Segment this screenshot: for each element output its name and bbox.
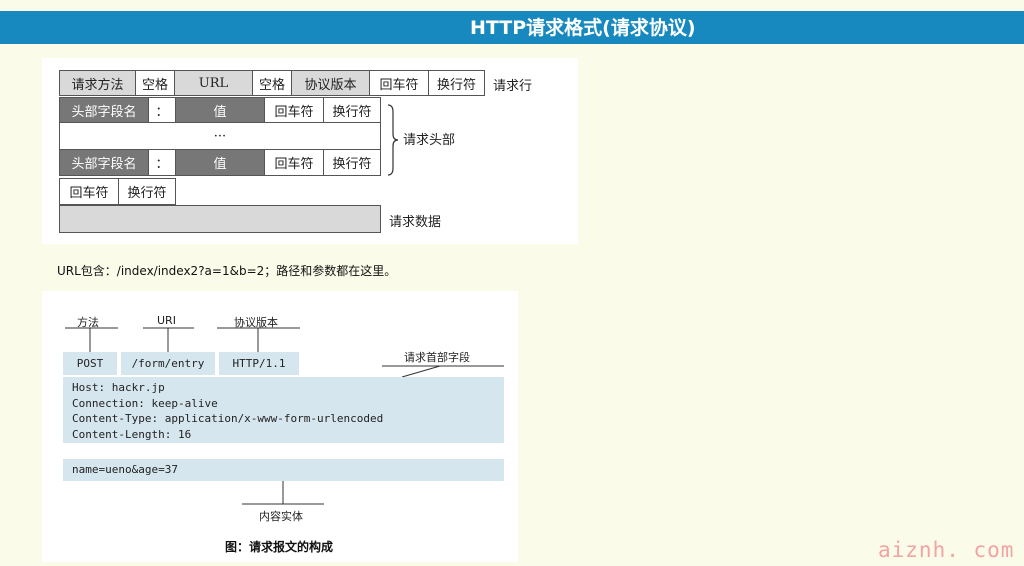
headers-box: Host: hackr.jp Connection: keep-alive Co… — [63, 377, 504, 443]
version-label: 协议版本 — [234, 316, 278, 329]
header-line: Connection: keep-alive — [72, 396, 218, 410]
cell-version: 协议版本 — [291, 70, 370, 96]
brace-icon — [387, 104, 399, 176]
cell-cr: 回车符 — [264, 149, 324, 176]
cell-header-name: 头部字段名 — [59, 97, 149, 123]
cell-method: 请求方法 — [59, 70, 136, 96]
cell-lf: 换行符 — [323, 97, 381, 123]
cell-lf: 换行符 — [428, 70, 485, 96]
cell-space-2: 空格 — [252, 70, 292, 96]
header-line: Content-Length: 16 — [72, 427, 192, 441]
cell-colon: ： — [148, 149, 176, 176]
cell-lf: 换行符 — [323, 149, 381, 176]
header-fields-label: 请求首部字段 — [404, 351, 470, 364]
watermark: aiznh. com — [878, 538, 1015, 562]
version-box: HTTP/1.1 — [219, 352, 299, 375]
uri-label: URI — [157, 314, 176, 327]
cell-lf: 换行符 — [118, 178, 176, 205]
cell-header-value: 值 — [175, 149, 265, 176]
request-message-diagram: 方法 URI 协议版本 请求首部字段 POST /form/entry HTTP… — [42, 291, 518, 562]
body-label: 内容实体 — [259, 510, 303, 523]
cell-cr: 回车符 — [369, 70, 429, 96]
figure-caption: 图：请求报文的构成 — [225, 540, 334, 554]
body-box: name=ueno&age=37 — [63, 459, 504, 481]
request-format-diagram: 请求方法 空格 URL 空格 协议版本 回车符 换行符 请求行 头部字段名 ： … — [42, 58, 578, 244]
cell-colon: ： — [148, 97, 176, 123]
cell-cr: 回车符 — [59, 178, 119, 205]
url-note: URL包含：/index/index2?a=1&b=2；路径和参数都在这里。 — [57, 264, 397, 278]
header-line: Content-Type: application/x-www-form-url… — [72, 412, 384, 425]
cell-cr: 回车符 — [264, 97, 324, 123]
method-label: 方法 — [77, 316, 99, 329]
cell-url: URL — [174, 70, 253, 96]
uri-box: /form/entry — [121, 352, 215, 375]
page-title: HTTP请求格式(请求协议) — [470, 17, 696, 39]
cell-ellipsis: ··· — [59, 122, 381, 150]
cell-header-value: 值 — [175, 97, 265, 123]
data-label: 请求数据 — [389, 215, 442, 230]
cell-space: 空格 — [135, 70, 175, 96]
cell-request-data — [59, 205, 381, 233]
cell-header-name: 头部字段名 — [59, 149, 149, 176]
method-box: POST — [63, 352, 117, 375]
headers-label: 请求头部 — [403, 133, 456, 148]
request-line-label: 请求行 — [493, 79, 533, 94]
header-line: Host: hackr.jp — [72, 381, 165, 394]
title-bar: HTTP请求格式(请求协议) — [0, 11, 1024, 44]
